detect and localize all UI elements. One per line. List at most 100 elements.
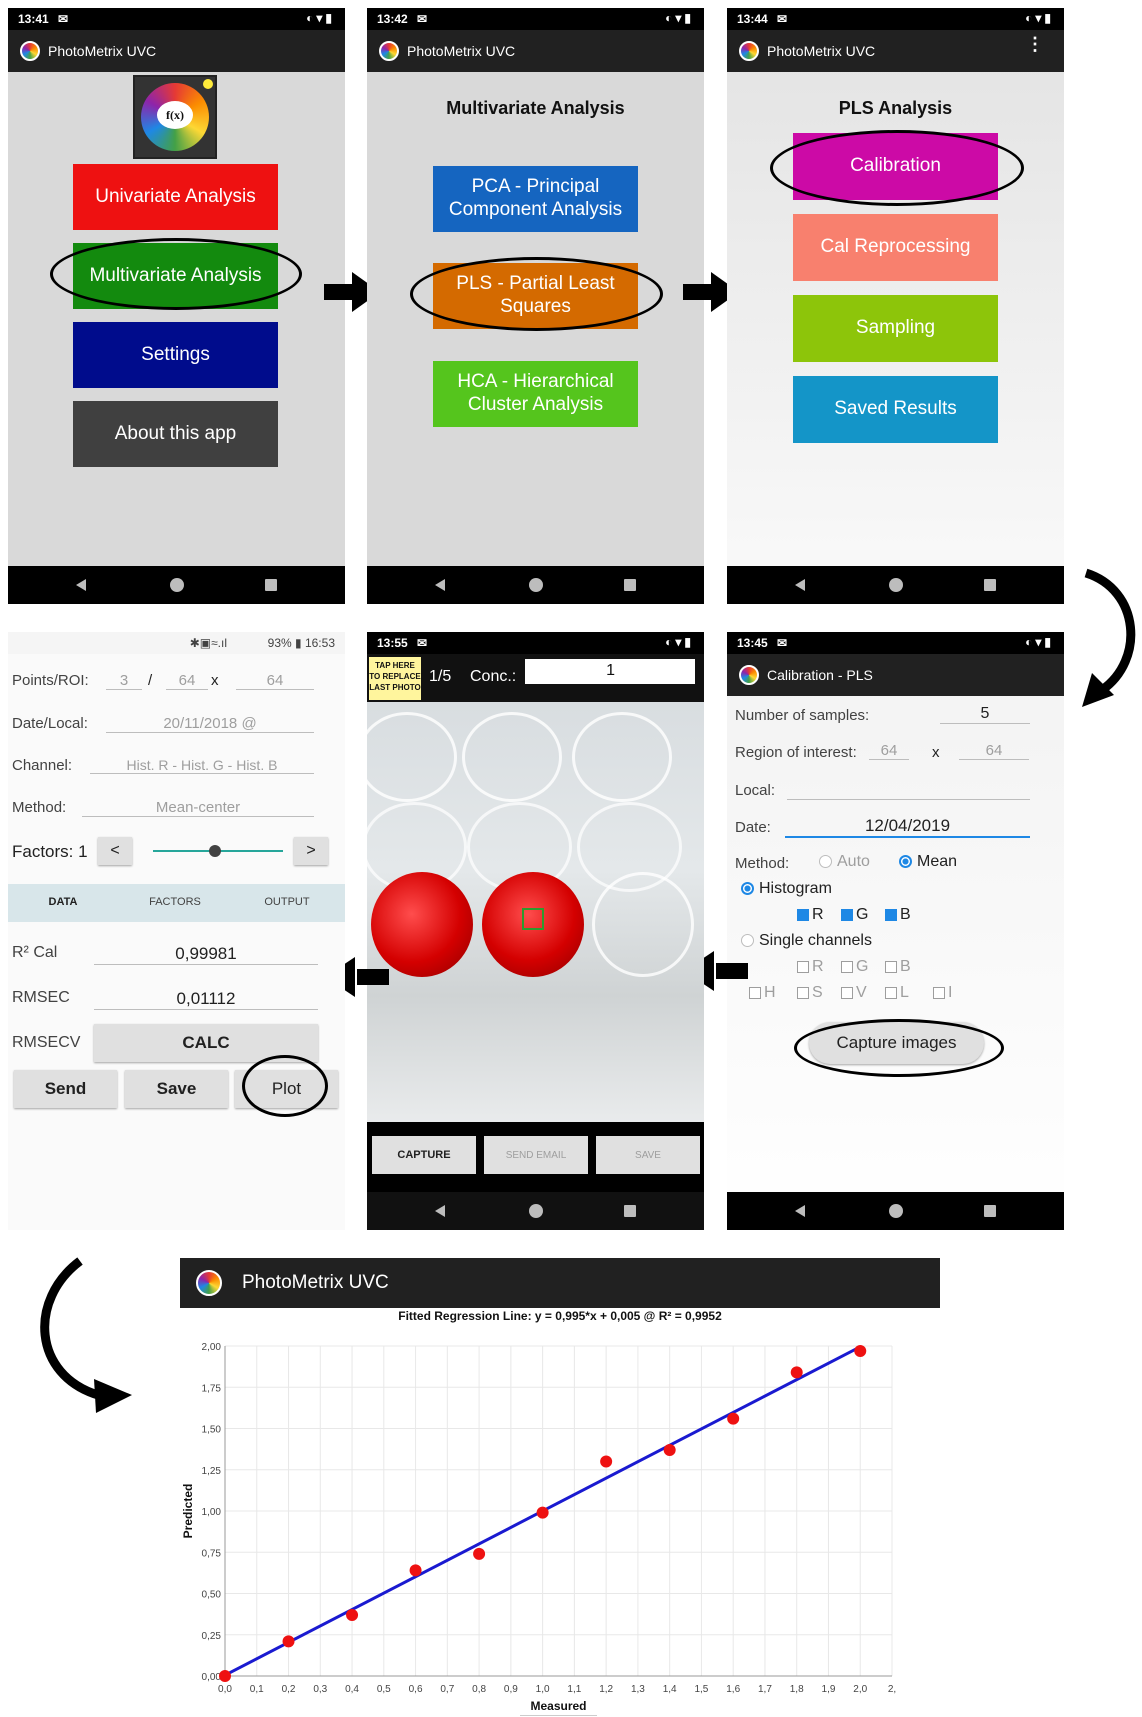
factors-next-button[interactable]: >: [294, 837, 328, 865]
status-time: 13:55: [377, 636, 408, 650]
send-email-button[interactable]: SEND EMAIL: [484, 1136, 588, 1174]
roi-width-input[interactable]: 64: [869, 742, 909, 760]
date-input[interactable]: 12/04/2019: [785, 816, 1030, 838]
single-r-checkbox[interactable]: R: [797, 958, 824, 976]
home-icon[interactable]: [528, 1204, 543, 1218]
local-input[interactable]: [787, 780, 1030, 800]
x-tick-label: 0,8: [472, 1684, 486, 1695]
back-icon[interactable]: [435, 579, 445, 591]
tab-output[interactable]: OUTPUT: [232, 896, 342, 908]
overflow-menu-icon[interactable]: ⋮: [1026, 35, 1044, 53]
histogram-radio[interactable]: Histogram: [741, 880, 832, 898]
checkbox-icon: [797, 986, 809, 999]
factors-slider[interactable]: [153, 845, 283, 857]
home-icon[interactable]: [528, 578, 543, 592]
roi-height-input[interactable]: 64: [959, 742, 1029, 760]
app-logo-icon: [20, 41, 40, 61]
app-logo-icon: [379, 41, 399, 61]
tab-data[interactable]: DATA: [8, 896, 118, 908]
conc-label: Conc.:: [470, 668, 517, 685]
checkbox-label: S: [812, 984, 823, 1001]
checkbox-label: V: [856, 984, 867, 1001]
single-channels-radio[interactable]: Single channels: [741, 932, 872, 950]
checkbox-label: I: [948, 984, 953, 1001]
radio-selected-icon: [899, 855, 912, 869]
checkbox-label: L: [900, 984, 909, 1001]
conc-input[interactable]: 1: [525, 659, 695, 684]
settings-button[interactable]: Settings: [73, 322, 278, 388]
nav-bar: [367, 566, 704, 604]
save-button[interactable]: Save: [125, 1070, 228, 1108]
about-button[interactable]: About this app: [73, 401, 278, 467]
x-tick-label: 0,6: [409, 1684, 423, 1695]
single-i-checkbox[interactable]: I: [933, 984, 952, 1002]
app-title: PhotoMetrix UVC: [48, 43, 157, 59]
back-icon[interactable]: [435, 1205, 445, 1217]
auto-radio[interactable]: Auto: [819, 853, 870, 871]
sampling-button[interactable]: Sampling: [793, 295, 998, 362]
channel-input[interactable]: Hist. R - Hist. G - Hist. B: [90, 757, 314, 774]
logo-text: f(x): [157, 101, 193, 129]
app-title: PhotoMetrix UVC: [242, 1272, 389, 1293]
back-icon[interactable]: [795, 579, 805, 591]
back-icon[interactable]: [76, 579, 86, 591]
roi-height-input[interactable]: 64: [236, 672, 314, 690]
mail-icon: ✉: [417, 636, 428, 650]
tab-factors[interactable]: FACTORS: [120, 896, 230, 908]
x-axis-label: Measured: [530, 1699, 586, 1713]
method-input[interactable]: Mean-center: [82, 799, 314, 817]
pca-button[interactable]: PCA - Principal Component Analysis: [433, 166, 638, 232]
saved-results-button[interactable]: Saved Results: [793, 376, 998, 443]
date-local-input[interactable]: 20/11/2018 @: [106, 715, 314, 733]
screen-pls-results: ✱▣≈.ıl 93% ▮ 16:53 Points/ROI: 3 / 64 x …: [8, 632, 345, 1230]
univariate-analysis-button[interactable]: Univariate Analysis: [73, 164, 278, 230]
roi-width-input[interactable]: 64: [166, 672, 208, 690]
single-v-checkbox[interactable]: V: [841, 984, 867, 1002]
slider-thumb[interactable]: [209, 845, 221, 857]
single-s-checkbox[interactable]: S: [797, 984, 823, 1002]
x-tick-label: 0,2: [282, 1684, 296, 1695]
x-tick-label: 0,7: [440, 1684, 454, 1695]
hist-g-checkbox[interactable]: G: [841, 906, 868, 924]
capture-button[interactable]: CAPTURE: [372, 1136, 476, 1174]
hist-b-checkbox[interactable]: B: [885, 906, 911, 924]
roi-square[interactable]: [522, 908, 544, 930]
hca-button[interactable]: HCA - Hierarchical Cluster Analysis: [433, 361, 638, 427]
single-l-checkbox[interactable]: L: [885, 984, 909, 1002]
recents-icon[interactable]: [624, 579, 636, 591]
hist-r-checkbox[interactable]: R: [797, 906, 824, 924]
x-tick-label: 1,8: [790, 1684, 804, 1695]
photo-counter: 1/5: [429, 668, 452, 685]
mean-radio[interactable]: Mean: [899, 853, 957, 871]
single-h-checkbox[interactable]: H: [749, 984, 776, 1002]
home-icon[interactable]: [169, 578, 184, 592]
samples-input[interactable]: 5: [940, 705, 1030, 724]
app-bar: PhotoMetrix UVC: [8, 30, 345, 72]
status-bar: 13:44 ✉ ◐▾▮: [727, 8, 1064, 30]
recents-icon[interactable]: [265, 579, 277, 591]
channel-label: Channel:: [12, 757, 73, 774]
rmsec-label: RMSEC: [12, 989, 70, 1006]
cal-reprocessing-button[interactable]: Cal Reprocessing: [793, 214, 998, 281]
back-icon[interactable]: [795, 1205, 805, 1217]
points-input[interactable]: 3: [106, 672, 142, 690]
r2-cal-value: 0,99981: [94, 944, 318, 965]
single-g-checkbox[interactable]: G: [841, 958, 868, 976]
y-tick-label: 1,25: [202, 1466, 222, 1477]
replace-photo-button[interactable]: TAP HERE TO REPLACE LAST PHOTO: [369, 657, 421, 700]
x-tick-label: 1,4: [663, 1684, 677, 1695]
y-tick-label: 1,75: [202, 1383, 222, 1394]
home-icon[interactable]: [888, 1204, 903, 1218]
y-tick-label: 0,50: [202, 1590, 222, 1601]
capture-top-bar: TAP HERE TO REPLACE LAST PHOTO 1/5 Conc.…: [367, 654, 704, 702]
save-button[interactable]: SAVE: [596, 1136, 700, 1174]
status-bar: ✱▣≈.ıl 93% ▮ 16:53: [8, 632, 345, 654]
send-button[interactable]: Send: [14, 1070, 117, 1108]
factors-prev-button[interactable]: <: [98, 837, 132, 865]
home-icon[interactable]: [888, 578, 903, 592]
recents-icon[interactable]: [984, 579, 996, 591]
recents-icon[interactable]: [624, 1205, 636, 1217]
recents-icon[interactable]: [984, 1205, 996, 1217]
y-tick-label: 0,25: [202, 1631, 222, 1642]
single-b-checkbox[interactable]: B: [885, 958, 911, 976]
